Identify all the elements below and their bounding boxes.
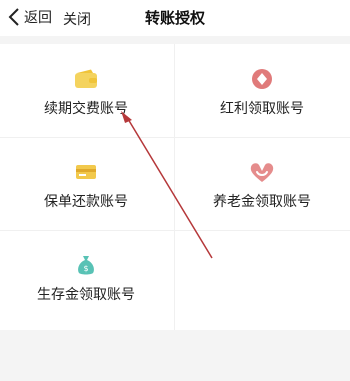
account-item-label: 生存金领取账号: [37, 287, 135, 303]
account-item-label: 红利领取账号: [220, 101, 304, 117]
account-item-dividend[interactable]: 红利领取账号: [176, 44, 348, 137]
account-item-survival-benefit[interactable]: $ 生存金领取账号: [0, 230, 172, 323]
account-item-renewal-payment[interactable]: 续期交费账号: [0, 44, 172, 137]
money-bag-icon: $: [73, 252, 99, 278]
divider: [174, 44, 175, 330]
account-item-label: 养老金领取账号: [213, 194, 311, 210]
account-item-pension[interactable]: 养老金领取账号: [176, 137, 348, 230]
account-item-label: 保单还款账号: [44, 194, 128, 210]
top-nav-bar: 返回 关闭 转账授权: [0, 0, 350, 36]
page-title: 转账授权: [144, 9, 205, 27]
account-item-label: 续期交费账号: [44, 101, 128, 117]
coin-icon: [249, 66, 275, 92]
card-icon: [73, 159, 99, 185]
account-item-loan-repayment[interactable]: 保单还款账号: [0, 137, 172, 230]
svg-text:$: $: [83, 264, 88, 273]
heart-icon: [249, 159, 275, 185]
account-grid: 续期交费账号 红利领取账号 保单还款账号 养老金领取账号 $ 生存金领取账号: [0, 44, 350, 330]
wallet-icon: [73, 66, 99, 92]
